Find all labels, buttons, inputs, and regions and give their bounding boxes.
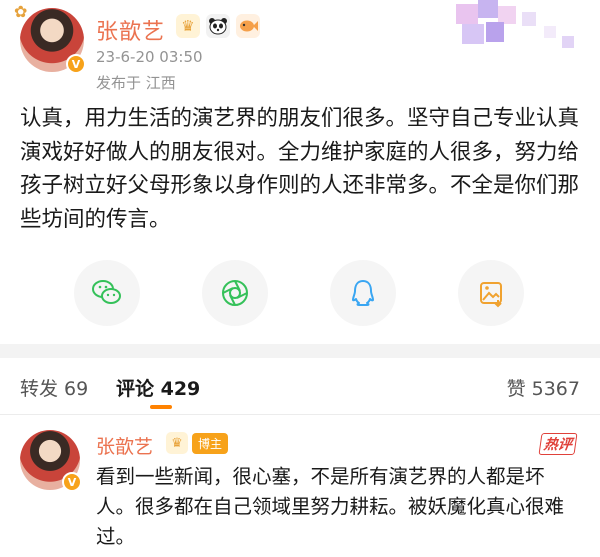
section-divider	[0, 344, 600, 358]
blurred-region	[452, 0, 582, 56]
commenter-name[interactable]: 张歆艺	[96, 432, 153, 459]
hot-comment-tag: 热评	[538, 433, 578, 455]
verified-badge: V	[66, 54, 86, 74]
commenter-avatar[interactable]: V	[20, 430, 82, 492]
save-image-button[interactable]	[458, 260, 524, 326]
tabs-divider	[0, 414, 600, 415]
post-location: 发布于 江西	[96, 74, 176, 92]
tab-likes[interactable]: 赞 5367	[507, 374, 580, 401]
comment-text: 看到一些新闻，很心塞，不是所有演艺界的人都是坏人。很多都在自己领域里努力耕耘。被…	[96, 465, 565, 548]
author-name[interactable]: 张歆艺	[96, 14, 165, 46]
post-timestamp: 23-6-20 03:50	[96, 48, 203, 66]
wechat-icon	[92, 280, 121, 304]
active-tab-indicator	[150, 405, 172, 409]
post-content: 认真，用力生活的演艺界的朋友们很多。坚守自己专业认真演戏好好做人的朋友很对。全力…	[20, 106, 580, 232]
avatar-decoration-icon: ✿	[14, 2, 28, 21]
share-moments-button[interactable]	[202, 260, 268, 326]
crown-badge-icon: ♛	[166, 432, 188, 454]
author-badges: ♛	[176, 14, 260, 38]
share-wechat-button[interactable]	[74, 260, 140, 326]
author-role-badge: 博主	[192, 432, 229, 454]
moments-icon	[222, 280, 248, 306]
panda-badge-icon[interactable]	[206, 14, 230, 38]
author-avatar[interactable]: ✿ V	[14, 2, 86, 74]
verified-badge: V	[62, 472, 82, 492]
tab-comments[interactable]: 评论 429	[116, 374, 200, 401]
fish-badge-icon[interactable]	[236, 14, 260, 38]
commenter-badges: ♛ 博主	[166, 432, 229, 454]
tab-reposts[interactable]: 转发 69	[20, 374, 88, 401]
save-image-icon	[480, 282, 502, 308]
share-qq-button[interactable]	[330, 260, 396, 326]
qq-icon	[352, 280, 374, 306]
crown-badge-icon[interactable]: ♛	[176, 14, 200, 38]
